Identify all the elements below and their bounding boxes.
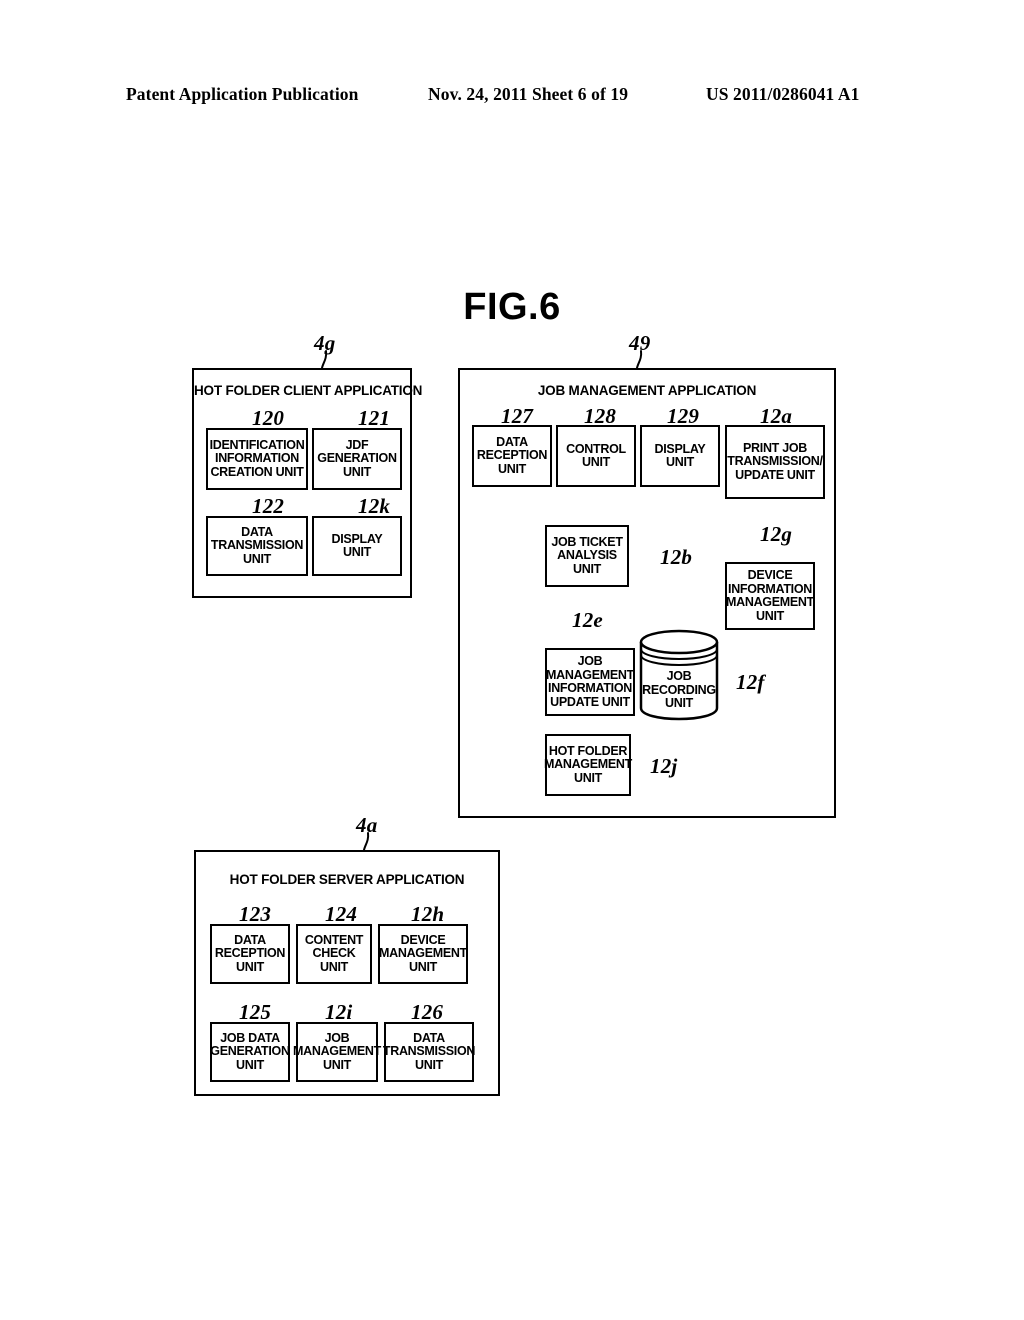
panel-hot-folder-server-application: HOT FOLDER SERVER APPLICATION 123 DATA R… xyxy=(194,850,500,1096)
panel-hot-folder-client-application: HOT FOLDER CLIENT APPLICATION 120 IDENTI… xyxy=(192,368,423,598)
unit-identification-information-creation-unit[interactable]: IDENTIFICATION INFORMATION CREATION UNIT xyxy=(206,428,308,490)
unit-label-12g: DEVICE INFORMATION MANAGEMENT UNIT xyxy=(726,568,814,623)
unit-label-12b: JOB TICKET ANALYSIS UNIT xyxy=(551,534,623,576)
unit-label-12j: HOT FOLDER MANAGEMENT UNIT xyxy=(544,743,632,785)
panel-ref-job-management: 49 xyxy=(629,331,651,355)
unit-job-data-generation-unit[interactable]: JOB DATA GENERATION UNIT xyxy=(210,1022,290,1082)
unit-display-unit-jobmgmt[interactable]: DISPLAY UNIT xyxy=(640,425,720,487)
unit-label-125: JOB DATA GENERATION UNIT xyxy=(210,1030,290,1072)
panel-title-job-management: JOB MANAGEMENT APPLICATION xyxy=(537,383,757,398)
panel-ref-server: 4a xyxy=(356,813,378,837)
unit-label-12i: JOB MANAGEMENT UNIT xyxy=(293,1030,381,1072)
header-patent-number: US 2011/0286041 A1 xyxy=(706,84,860,104)
unit-data-reception-unit-jobmgmt[interactable]: DATA RECEPTION UNIT xyxy=(472,425,552,487)
unit-ref-12e: 12e xyxy=(572,608,603,632)
unit-job-ticket-analysis-unit[interactable]: JOB TICKET ANALYSIS UNIT xyxy=(545,525,629,587)
figure-title: FIG.6 xyxy=(463,286,561,328)
unit-label-12a: PRINT JOB TRANSMISSION/ UPDATE UNIT xyxy=(727,440,823,482)
unit-device-information-management-unit[interactable]: DEVICE INFORMATION MANAGEMENT UNIT xyxy=(725,562,815,630)
unit-label-120: IDENTIFICATION INFORMATION CREATION UNIT xyxy=(209,437,305,479)
unit-data-transmission-unit-client[interactable]: DATA TRANSMISSION UNIT xyxy=(206,516,308,576)
header-date-sheet: Nov. 24, 2011 Sheet 6 of 19 xyxy=(428,84,629,104)
unit-label-128: CONTROL UNIT xyxy=(566,441,626,469)
publication-header: Patent Application Publication Nov. 24, … xyxy=(0,84,1024,110)
unit-job-management-information-update-unit[interactable]: JOB MANAGEMENT INFORMATION UPDATE UNIT xyxy=(545,648,635,716)
unit-ref-12j: 12j xyxy=(650,754,678,778)
unit-jdf-generation-unit[interactable]: JDF GENERATION UNIT xyxy=(312,428,402,490)
panel-title-server: HOT FOLDER SERVER APPLICATION xyxy=(229,872,465,887)
header-publication-type: Patent Application Publication xyxy=(126,84,359,104)
unit-label-122: DATA TRANSMISSION UNIT xyxy=(210,524,304,566)
panel-ref-client: 4g xyxy=(314,331,336,355)
unit-content-check-unit[interactable]: CONTENT CHECK UNIT xyxy=(296,924,372,984)
unit-hot-folder-management-unit[interactable]: HOT FOLDER MANAGEMENT UNIT xyxy=(544,734,632,796)
unit-label-127: DATA RECEPTION UNIT xyxy=(476,434,548,476)
unit-control-unit[interactable]: CONTROL UNIT xyxy=(556,425,636,487)
unit-data-reception-unit-server[interactable]: DATA RECEPTION UNIT xyxy=(210,924,290,984)
unit-label-121: JDF GENERATION UNIT xyxy=(317,437,397,479)
panel-title-client: HOT FOLDER CLIENT APPLICATION xyxy=(194,383,423,398)
unit-data-transmission-unit-server[interactable]: DATA TRANSMISSION UNIT xyxy=(382,1022,476,1082)
unit-display-unit-client[interactable]: DISPLAY UNIT xyxy=(312,516,402,576)
unit-ref-12b: 12b xyxy=(660,545,693,569)
unit-ref-12f: 12f xyxy=(736,670,765,694)
unit-job-recording-unit[interactable]: JOB RECORDING UNIT xyxy=(639,628,719,722)
unit-device-management-unit[interactable]: DEVICE MANAGEMENT UNIT xyxy=(378,924,468,984)
unit-label-129: DISPLAY UNIT xyxy=(654,441,706,469)
unit-label-12h: DEVICE MANAGEMENT UNIT xyxy=(379,932,467,974)
unit-label-12e: JOB MANAGEMENT INFORMATION UPDATE UNIT xyxy=(546,654,634,709)
unit-label-124: CONTENT CHECK UNIT xyxy=(304,932,364,974)
unit-label-12f: JOB RECORDING UNIT xyxy=(642,669,716,710)
panel-job-management-application: JOB MANAGEMENT APPLICATION 127 DATA RECE… xyxy=(458,368,836,818)
unit-label-12k: DISPLAY UNIT xyxy=(331,531,383,559)
unit-job-management-unit-server[interactable]: JOB MANAGEMENT UNIT xyxy=(293,1022,381,1082)
unit-label-126: DATA TRANSMISSION UNIT xyxy=(382,1030,476,1072)
unit-label-123: DATA RECEPTION UNIT xyxy=(214,932,286,974)
unit-print-job-transmission-update-unit[interactable]: PRINT JOB TRANSMISSION/ UPDATE UNIT xyxy=(725,425,825,499)
unit-ref-12g: 12g xyxy=(760,522,793,546)
